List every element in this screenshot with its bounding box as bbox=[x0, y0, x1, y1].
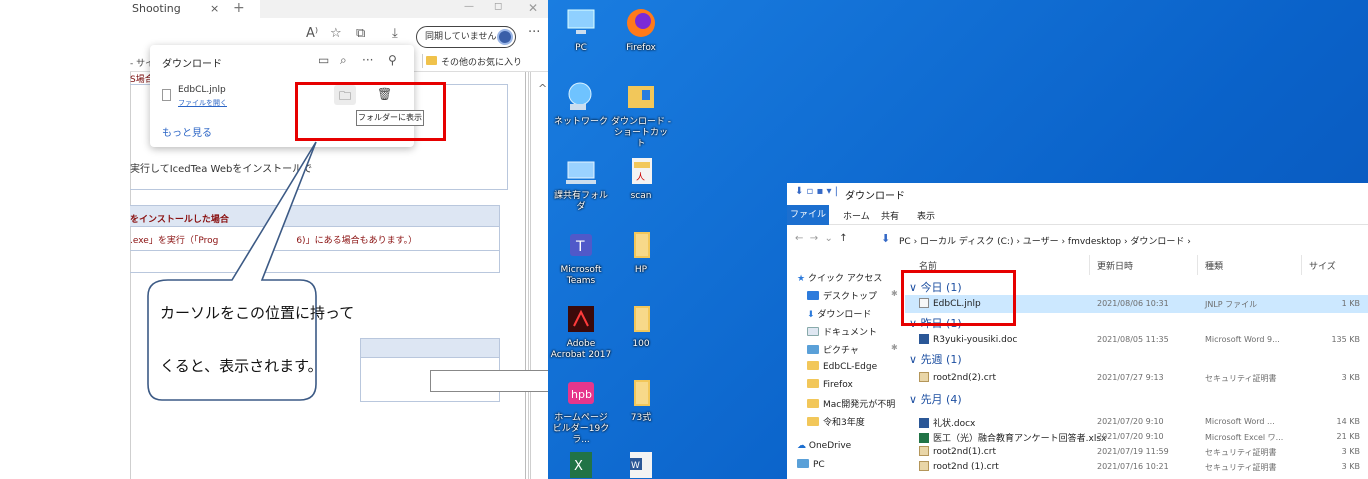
tab-file[interactable]: ファイル bbox=[787, 205, 829, 225]
explorer-title: ダウンロード bbox=[845, 191, 905, 202]
desktop-icon-homepage-builder[interactable]: hpb ホームページビルダー19クラ... bbox=[550, 376, 612, 446]
file-explorer-window: ⬇ ▫ ▪ ▾ | ダウンロード ファイル ホーム 共有 表示 ← → ⌄ ↑ … bbox=[787, 183, 1368, 479]
nav-folder[interactable]: EdbCL-Edge bbox=[807, 361, 877, 372]
tab-share[interactable]: 共有 bbox=[881, 209, 899, 222]
svg-text:W: W bbox=[631, 461, 640, 471]
certificate-icon bbox=[919, 446, 929, 456]
navigation-pane: ★ クイック アクセス デスクトップ ✱ ⬇ ダウンロード ドキュメント ピクチ… bbox=[787, 259, 905, 479]
svg-text:hpb: hpb bbox=[571, 388, 592, 401]
folder-icon bbox=[807, 399, 819, 408]
network-icon bbox=[564, 80, 598, 114]
divider bbox=[1301, 255, 1302, 275]
column-type[interactable]: 種類 bbox=[1205, 259, 1223, 272]
breadcrumb[interactable]: PC › ローカル ディスク (C:) › ユーザー › fmvdesktop … bbox=[899, 234, 1191, 247]
desktop-icon-downloads-shortcut[interactable]: ダウンロード - ショートカット bbox=[610, 80, 672, 150]
table-row[interactable]: root2nd (1).crt 2021/07/16 10:21 セキュリティ証… bbox=[905, 458, 1368, 476]
folder-icon bbox=[807, 379, 819, 388]
folder-icon bbox=[807, 417, 819, 426]
nav-folder[interactable]: 令和3年度 bbox=[807, 415, 865, 428]
nav-folder[interactable]: Firefox bbox=[807, 379, 853, 390]
desktop-icon-firefox[interactable]: Firefox bbox=[610, 6, 672, 54]
pdf-file-icon: 人 bbox=[624, 154, 658, 188]
nav-documents[interactable]: ドキュメント bbox=[807, 325, 877, 338]
pin-icon: ✱ bbox=[891, 289, 898, 298]
table-row[interactable]: R3yuki-yousiki.doc 2021/08/05 11:35 Micr… bbox=[905, 331, 1368, 349]
nav-desktop[interactable]: デスクトップ bbox=[807, 289, 877, 302]
divider bbox=[1197, 255, 1198, 275]
nav-pc[interactable]: PC bbox=[797, 459, 825, 470]
desktop-icon-teams[interactable]: T Microsoft Teams bbox=[550, 228, 612, 287]
word-file-icon bbox=[919, 334, 929, 344]
pc-icon bbox=[564, 6, 598, 40]
homepage-builder-icon: hpb bbox=[564, 376, 598, 410]
excel-file-icon bbox=[919, 433, 929, 443]
desktop-icon bbox=[807, 291, 819, 300]
certificate-icon bbox=[919, 372, 929, 382]
folder-icon bbox=[624, 376, 658, 410]
document-icon bbox=[807, 327, 819, 336]
teams-icon: T bbox=[564, 228, 598, 262]
highlight-box bbox=[901, 270, 1016, 326]
ribbon-tabs: ファイル ホーム 共有 表示 bbox=[787, 205, 1368, 225]
folder-shortcut-icon bbox=[624, 80, 658, 114]
desktop-icon-acrobat[interactable]: Adobe Acrobat 2017 bbox=[550, 302, 612, 361]
nav-pictures[interactable]: ピクチャ bbox=[807, 343, 859, 356]
pin-icon: ✱ bbox=[891, 343, 898, 352]
explorer-title-bar: ⬇ ▫ ▪ ▾ | ダウンロード bbox=[787, 183, 1368, 205]
table-row[interactable]: root2nd(2).crt 2021/07/27 9:13 セキュリティ証明書… bbox=[905, 369, 1368, 387]
folder-icon bbox=[624, 302, 658, 336]
excel-icon: X bbox=[564, 448, 598, 479]
column-date[interactable]: 更新日時 bbox=[1097, 259, 1133, 272]
up-icon[interactable]: ↑ bbox=[839, 233, 847, 244]
desktop-icon-network[interactable]: ネットワーク bbox=[550, 80, 612, 128]
nav-buttons[interactable]: ← → ⌄ ↑ bbox=[795, 233, 848, 244]
word-file-icon bbox=[919, 418, 929, 428]
acrobat-icon bbox=[564, 302, 598, 336]
group-header[interactable]: ∨ 先月 (4) bbox=[909, 391, 962, 407]
desktop-icon-100[interactable]: 100 bbox=[610, 302, 672, 350]
tab-view[interactable]: 表示 bbox=[917, 209, 935, 222]
nav-folder[interactable]: Mac開発元が不明 bbox=[807, 397, 895, 410]
tab-home[interactable]: ホーム bbox=[843, 209, 870, 222]
divider bbox=[1089, 255, 1090, 275]
quick-access-toolbar[interactable]: ⬇ ▫ ▪ ▾ | bbox=[795, 186, 838, 197]
picture-icon bbox=[807, 345, 819, 354]
folder-icon bbox=[807, 361, 819, 370]
svg-text:T: T bbox=[575, 239, 585, 255]
pc-icon bbox=[797, 459, 809, 468]
desktop-icon-scan[interactable]: 人 scan bbox=[610, 154, 672, 202]
downloads-folder-icon: ⬇ bbox=[881, 232, 891, 245]
desktop-icon-excel[interactable]: X bbox=[550, 448, 612, 479]
certificate-icon bbox=[919, 461, 929, 471]
column-size[interactable]: サイズ bbox=[1309, 259, 1336, 272]
nav-downloads[interactable]: ⬇ ダウンロード bbox=[807, 307, 871, 320]
svg-text:人: 人 bbox=[636, 172, 645, 183]
address-bar[interactable]: ← → ⌄ ↑ ⬇ PC › ローカル ディスク (C:) › ユーザー › f… bbox=[787, 227, 1368, 253]
desktop-icon-hp[interactable]: HP bbox=[610, 228, 672, 276]
svg-text:X: X bbox=[574, 459, 583, 474]
group-header[interactable]: ∨ 先週 (1) bbox=[909, 351, 962, 367]
nav-quick-access[interactable]: ★ クイック アクセス bbox=[797, 271, 882, 284]
callout-bubble bbox=[147, 141, 317, 401]
desktop-icon-word[interactable]: W bbox=[610, 448, 672, 479]
nav-onedrive[interactable]: ☁ OneDrive bbox=[797, 441, 851, 451]
callout-text: くると、表示されます。 bbox=[160, 357, 323, 375]
desktop-icon-shared-folder[interactable]: 課共有フォルダ bbox=[550, 154, 612, 213]
desktop-icon-pc[interactable]: PC bbox=[550, 6, 612, 54]
folder-icon bbox=[624, 228, 658, 262]
word-icon: W bbox=[624, 448, 658, 479]
desktop-icon-73[interactable]: 73式 bbox=[610, 376, 672, 424]
firefox-icon bbox=[624, 6, 658, 40]
network-drive-icon bbox=[564, 154, 598, 188]
callout-text: カーソルをこの位置に持って bbox=[160, 304, 355, 322]
